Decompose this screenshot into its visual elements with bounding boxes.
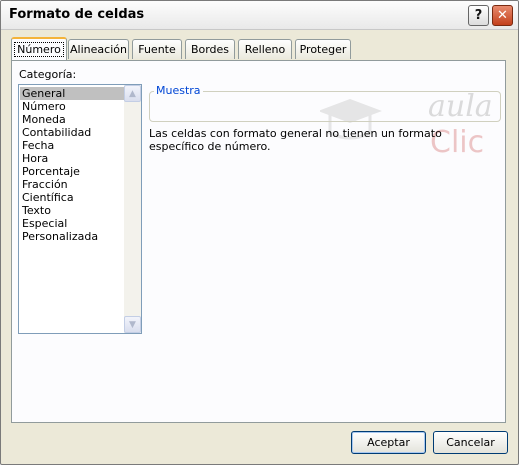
tab-proteger[interactable]: Proteger (295, 39, 351, 59)
scroll-up-button[interactable]: ▲ (124, 85, 141, 102)
help-button[interactable]: ? (468, 5, 489, 26)
muestra-legend: Muestra (154, 84, 203, 97)
list-item[interactable]: Científica (20, 191, 124, 204)
chevron-down-icon: ▼ (129, 319, 136, 330)
listbox-scrollbar[interactable]: ▲ ▼ (124, 85, 141, 333)
list-item[interactable]: Fracción (20, 178, 124, 191)
list-item[interactable]: Moneda (20, 113, 124, 126)
tab-relleno[interactable]: Relleno (238, 39, 292, 59)
list-item[interactable]: Número (20, 100, 124, 113)
list-item[interactable]: Texto (20, 204, 124, 217)
categoria-listbox[interactable]: General Número Moneda Contabilidad Fecha Hora… (18, 84, 142, 334)
tab-bordes[interactable]: Bordes (185, 39, 235, 59)
scroll-down-button[interactable]: ▼ (124, 316, 141, 333)
tab-numero[interactable]: Número (11, 37, 67, 60)
window-title: Formato de celdas (9, 7, 145, 22)
tab-panel-numero: Categoría: General Número Moneda Contabilid… (11, 60, 506, 423)
list-item[interactable]: General (20, 87, 124, 100)
list-item[interactable]: Especial (20, 217, 124, 230)
muestra-group: Muestra (149, 84, 501, 122)
accept-button[interactable]: Aceptar (351, 431, 426, 454)
title-bar: Formato de celdas ? ✕ (1, 1, 518, 30)
chevron-up-icon: ▲ (129, 88, 136, 99)
tab-fuente[interactable]: Fuente (132, 39, 182, 59)
list-item[interactable]: Porcentaje (20, 165, 124, 178)
list-item[interactable]: Fecha (20, 139, 124, 152)
close-icon: ✕ (497, 8, 508, 23)
categoria-items: General Número Moneda Contabilidad Fecha Hora… (20, 87, 124, 243)
categoria-label: Categoría: (19, 68, 77, 81)
help-icon: ? (474, 8, 483, 23)
format-description: Las celdas con formato general no tienen… (149, 127, 442, 153)
list-item[interactable]: Hora (20, 152, 124, 165)
close-button[interactable]: ✕ (492, 5, 513, 26)
cancel-button[interactable]: Cancelar (433, 431, 508, 454)
format-cells-dialog: Formato de celdas ? ✕ Número Alineación … (0, 0, 519, 465)
tab-alineacion[interactable]: Alineación (68, 39, 129, 59)
list-item[interactable]: Personalizada (20, 230, 124, 243)
list-item[interactable]: Contabilidad (20, 126, 124, 139)
